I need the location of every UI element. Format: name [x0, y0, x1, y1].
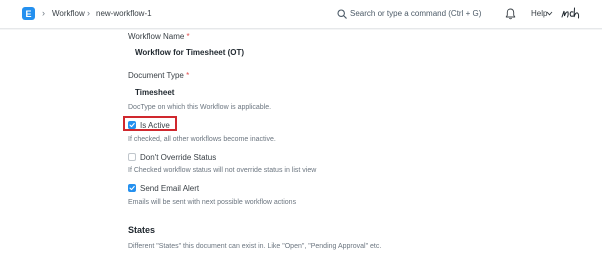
document-type-field[interactable]: Timesheet [135, 88, 174, 97]
search-input[interactable]: Search or type a command (Ctrl + G) [350, 9, 481, 18]
workflow-name-label: Workflow Name * [128, 32, 190, 41]
dont-override-status-checkbox[interactable] [128, 153, 136, 161]
chevron-down-icon[interactable] [546, 11, 553, 16]
send-email-alert-label[interactable]: Send Email Alert [140, 184, 199, 193]
required-marker: * [186, 32, 190, 41]
highlight-box [123, 116, 177, 131]
document-type-label-text: Document Type [128, 71, 184, 80]
states-section-title: States [128, 225, 156, 235]
states-section-description: Different "States" this document can exi… [128, 243, 382, 250]
document-type-description: DocType on which this Workflow is applic… [128, 104, 272, 111]
breadcrumb-chevron-icon: › [87, 8, 90, 18]
navbar: E › Workflow › new-workflow-1 Search or … [0, 0, 602, 29]
breadcrumb-workflow[interactable]: Workflow [52, 9, 85, 18]
breadcrumb-current[interactable]: new-workflow-1 [96, 9, 152, 18]
send-email-alert-checkbox[interactable] [128, 184, 136, 192]
check-icon [129, 185, 135, 191]
workflow-name-label-text: Workflow Name [128, 32, 185, 41]
dont-override-status-description: If Checked workflow status will not over… [128, 167, 317, 174]
required-marker: * [186, 71, 190, 80]
form-page [0, 30, 602, 256]
avatar[interactable] [561, 6, 581, 21]
is-active-description: If checked, all other workflows become i… [128, 136, 276, 143]
search-icon[interactable] [337, 9, 347, 19]
document-type-label: Document Type * [128, 71, 189, 80]
send-email-alert-description: Emails will be sent with next possible w… [128, 199, 297, 206]
bell-icon[interactable] [505, 8, 516, 20]
help-menu[interactable]: Help [531, 9, 547, 18]
workflow-name-field[interactable]: Workflow for Timesheet (OT) [135, 48, 244, 57]
app-logo[interactable]: E [22, 7, 35, 20]
breadcrumb-chevron-icon: › [42, 8, 45, 18]
dont-override-status-label[interactable]: Don't Override Status [140, 153, 216, 162]
